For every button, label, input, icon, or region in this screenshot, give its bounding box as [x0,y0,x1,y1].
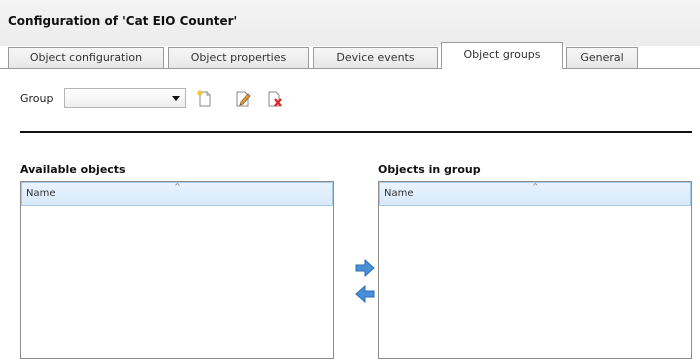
available-objects-title: Available objects [20,163,126,176]
new-group-button[interactable] [196,89,214,109]
arrow-left-icon [355,284,375,304]
new-icon [197,90,211,107]
delete-group-button[interactable] [266,89,284,109]
dialog-title: Configuration of 'Cat EIO Counter' [8,14,238,28]
chevron-down-icon[interactable] [172,96,180,101]
tab-general[interactable]: General [566,47,638,68]
arrow-right-icon [355,258,375,278]
tab-strip-border [0,68,700,69]
tab-device-events[interactable]: Device events [313,47,438,68]
tab-object-groups[interactable]: Object groups [441,42,563,69]
remove-from-group-button[interactable] [354,284,376,304]
add-to-group-button[interactable] [354,258,376,278]
available-objects-name-column[interactable]: Name ^ [21,182,333,206]
tab-object-properties[interactable]: Object properties [168,47,309,68]
edit-icon [236,91,251,107]
edit-group-button[interactable] [234,89,252,109]
group-label: Group [20,92,54,105]
name-column-label: Name [26,188,56,199]
name-column-label: Name [384,188,414,199]
group-select[interactable] [64,88,186,108]
objects-in-group-title: Objects in group [378,163,481,176]
objects-in-group-list[interactable]: Name ^ [378,181,692,359]
delete-icon [268,91,282,107]
sort-icon: ^ [174,182,181,191]
objects-in-group-name-column[interactable]: Name ^ [379,182,691,206]
available-objects-list[interactable]: Name ^ [20,181,334,359]
sort-icon: ^ [532,182,539,191]
section-divider [20,131,692,133]
tab-object-configuration[interactable]: Object configuration [8,47,164,68]
